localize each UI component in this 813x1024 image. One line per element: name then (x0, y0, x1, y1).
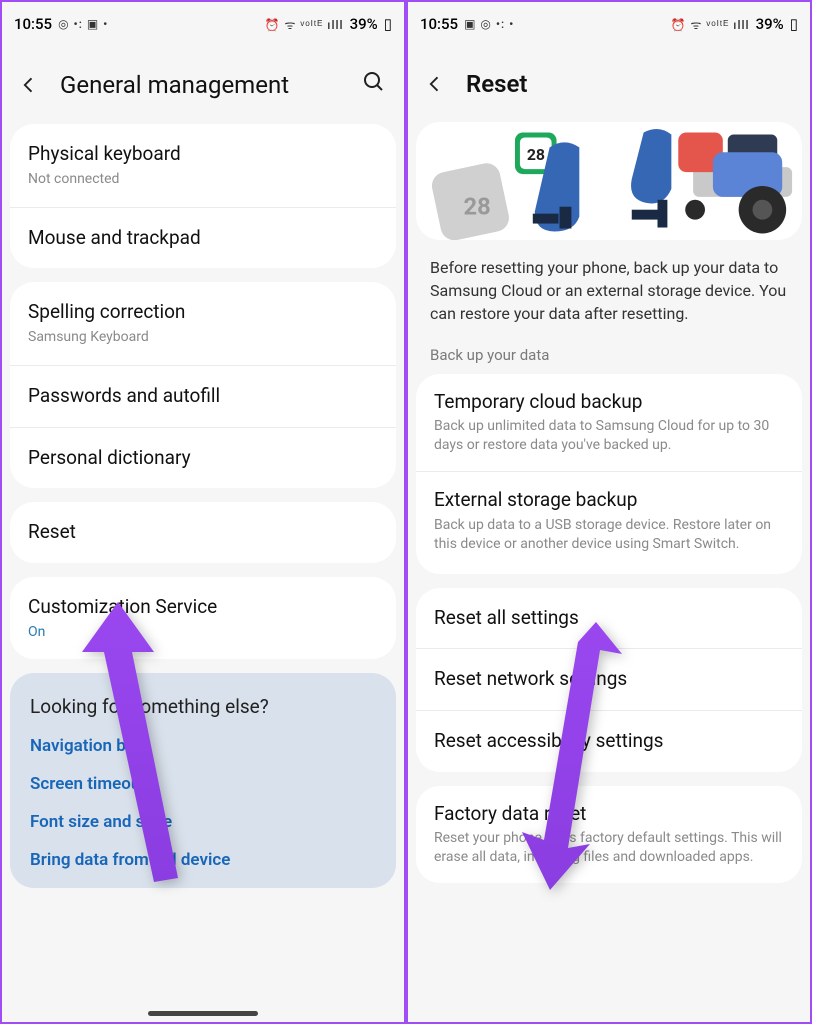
svg-text:28: 28 (527, 145, 545, 164)
item-mouse-trackpad[interactable]: Mouse and trackpad (10, 207, 396, 269)
back-button[interactable] (16, 75, 42, 95)
status-battery: 39% (350, 15, 378, 33)
item-sub: Not connected (28, 170, 378, 189)
item-sub: Back up data to a USB storage device. Re… (434, 516, 784, 554)
search-button[interactable] (362, 70, 386, 100)
suggestion-link[interactable]: Screen timeout (30, 774, 376, 794)
card-language-input: Spelling correction Samsung Keyboard Pas… (10, 282, 396, 488)
item-title: Passwords and autofill (28, 384, 378, 409)
status-bar: 10:55 ◎ •: ▣ • ⏰ ᯤ ᵛᵒᴵᵗᴱ ılll 39% ▯ (2, 2, 404, 46)
item-title: Customization Service (28, 595, 378, 620)
suggestions-heading: Looking for something else? (30, 695, 376, 718)
item-reset-network-settings[interactable]: Reset network settings (416, 648, 802, 710)
backup-section-label: Back up your data (408, 340, 810, 374)
item-reset-all-settings[interactable]: Reset all settings (416, 588, 802, 649)
search-icon (362, 70, 386, 94)
item-passwords-autofill[interactable]: Passwords and autofill (10, 365, 396, 427)
item-physical-keyboard[interactable]: Physical keyboard Not connected (10, 124, 396, 207)
suggestion-link[interactable]: Bring data from old device (30, 850, 376, 870)
status-left-icons: ▣ ◎ •: • (464, 17, 514, 31)
item-title: Physical keyboard (28, 142, 378, 167)
status-left-icons: ◎ •: ▣ • (58, 17, 108, 31)
suggestion-link[interactable]: Navigation bar (30, 736, 376, 756)
item-title: Reset all settings (434, 606, 784, 631)
item-sub: Reset your phone to its factory default … (434, 829, 784, 867)
item-title: Reset network settings (434, 667, 784, 692)
status-right-icons: ⏰ ᯤ ᵛᵒᴵᵗᴱ ılll (671, 16, 750, 33)
suggestion-link[interactable]: Font size and style (30, 812, 376, 832)
card-reset-options: Reset all settings Reset network setting… (416, 588, 802, 772)
item-external-storage-backup[interactable]: External storage backup Back up data to … (416, 471, 802, 569)
item-title: Temporary cloud backup (434, 390, 784, 415)
status-time: 10:55 (420, 15, 458, 33)
item-reset-accessibility-settings[interactable]: Reset accessibility settings (416, 710, 802, 772)
item-title: Reset (28, 520, 378, 545)
item-customization-service[interactable]: Customization Service On (10, 577, 396, 660)
item-title: External storage backup (434, 488, 784, 513)
item-title: Mouse and trackpad (28, 226, 378, 251)
item-sub: Back up unlimited data to Samsung Cloud … (434, 417, 784, 455)
item-spelling-correction[interactable]: Spelling correction Samsung Keyboard (10, 282, 396, 365)
suggestions-card: Looking for something else? Navigation b… (10, 673, 396, 888)
status-time: 10:55 (14, 15, 52, 33)
illustration-card: 28 28 (416, 122, 802, 240)
phone-left: 10:55 ◎ •: ▣ • ⏰ ᯤ ᵛᵒᴵᵗᴱ ılll 39% ▯ Gene… (0, 0, 406, 1024)
card-backup: Temporary cloud backup Back up unlimited… (416, 374, 802, 574)
page-title: General management (60, 71, 344, 99)
item-reset[interactable]: Reset (10, 502, 396, 563)
battery-icon: ▯ (790, 15, 798, 33)
item-sub: On (28, 623, 378, 642)
back-button[interactable] (422, 74, 448, 94)
header: General management (2, 46, 404, 124)
card-input-devices: Physical keyboard Not connected Mouse an… (10, 124, 396, 268)
item-sub: Samsung Keyboard (28, 328, 378, 347)
item-title: Personal dictionary (28, 446, 378, 471)
status-battery: 39% (756, 15, 784, 33)
item-title: Reset accessibility settings (434, 729, 784, 754)
header: Reset (408, 46, 810, 122)
svg-text:28: 28 (464, 193, 491, 221)
card-factory-reset: Factory data reset Reset your phone to i… (416, 786, 802, 883)
item-factory-data-reset[interactable]: Factory data reset Reset your phone to i… (416, 786, 802, 883)
phone-right: 10:55 ▣ ◎ •: • ⏰ ᯤ ᵛᵒᴵᵗᴱ ılll 39% ▯ Rese… (406, 0, 812, 1024)
chevron-left-icon (425, 74, 445, 94)
card-reset: Reset (10, 502, 396, 563)
item-title: Factory data reset (434, 802, 784, 827)
item-temporary-cloud-backup[interactable]: Temporary cloud backup Back up unlimited… (416, 374, 802, 471)
card-customization: Customization Service On (10, 577, 396, 660)
item-title: Spelling correction (28, 300, 378, 325)
chevron-left-icon (19, 75, 39, 95)
home-indicator[interactable] (148, 1011, 258, 1016)
reset-info-text: Before resetting your phone, back up you… (408, 248, 810, 340)
battery-icon: ▯ (384, 15, 392, 33)
reset-illustration: 28 28 (416, 122, 802, 240)
page-title: Reset (466, 70, 792, 98)
status-bar: 10:55 ▣ ◎ •: • ⏰ ᯤ ᵛᵒᴵᵗᴱ ılll 39% ▯ (408, 2, 810, 46)
status-right-icons: ⏰ ᯤ ᵛᵒᴵᵗᴱ ılll (265, 16, 344, 33)
item-personal-dictionary[interactable]: Personal dictionary (10, 427, 396, 489)
